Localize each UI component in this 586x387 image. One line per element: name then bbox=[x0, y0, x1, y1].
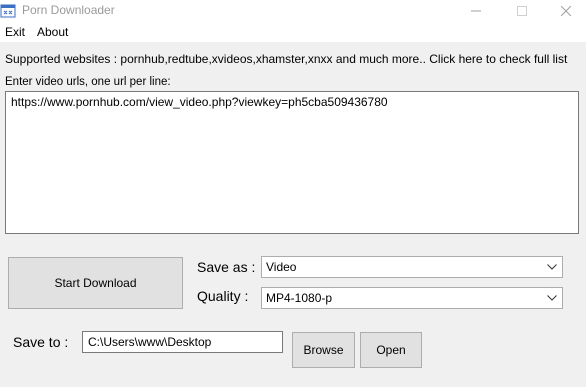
supported-websites-link[interactable]: Supported websites : pornhub,redtube,xvi… bbox=[5, 52, 567, 66]
start-download-label: Start Download bbox=[54, 276, 137, 290]
chevron-down-icon bbox=[547, 295, 557, 301]
maximize-button[interactable] bbox=[505, 0, 539, 22]
minimize-button[interactable] bbox=[459, 0, 493, 22]
close-icon bbox=[561, 6, 571, 16]
url-textarea[interactable]: https://www.pornhub.com/view_video.php?v… bbox=[5, 91, 579, 234]
browse-label: Browse bbox=[303, 343, 344, 357]
browse-button[interactable]: Browse bbox=[292, 332, 355, 368]
window-title: Porn Downloader bbox=[22, 3, 115, 17]
open-button[interactable]: Open bbox=[360, 332, 422, 368]
menu-about[interactable]: About bbox=[37, 25, 68, 39]
quality-label: Quality : bbox=[197, 288, 249, 304]
save-path-input[interactable]: C:\Users\www\Desktop bbox=[82, 331, 283, 353]
minimize-icon bbox=[471, 10, 481, 12]
app-icon bbox=[0, 3, 16, 19]
quality-value: MP4-1080-p bbox=[266, 291, 333, 305]
quality-select[interactable]: MP4-1080-p bbox=[261, 287, 563, 309]
menu-bar: Exit About bbox=[0, 22, 586, 42]
save-as-value: Video bbox=[266, 260, 297, 274]
url-input-label: Enter video urls, one url per line: bbox=[5, 76, 171, 88]
save-as-select[interactable]: Video bbox=[261, 256, 563, 278]
save-as-label: Save as : bbox=[197, 259, 256, 275]
chevron-down-icon bbox=[547, 264, 557, 270]
start-download-button[interactable]: Start Download bbox=[8, 257, 183, 309]
menu-exit[interactable]: Exit bbox=[5, 25, 25, 39]
maximize-icon bbox=[517, 6, 527, 16]
close-button[interactable] bbox=[549, 0, 583, 22]
open-label: Open bbox=[376, 343, 406, 357]
save-to-label: Save to : bbox=[13, 334, 69, 350]
title-bar: Porn Downloader bbox=[0, 0, 586, 22]
